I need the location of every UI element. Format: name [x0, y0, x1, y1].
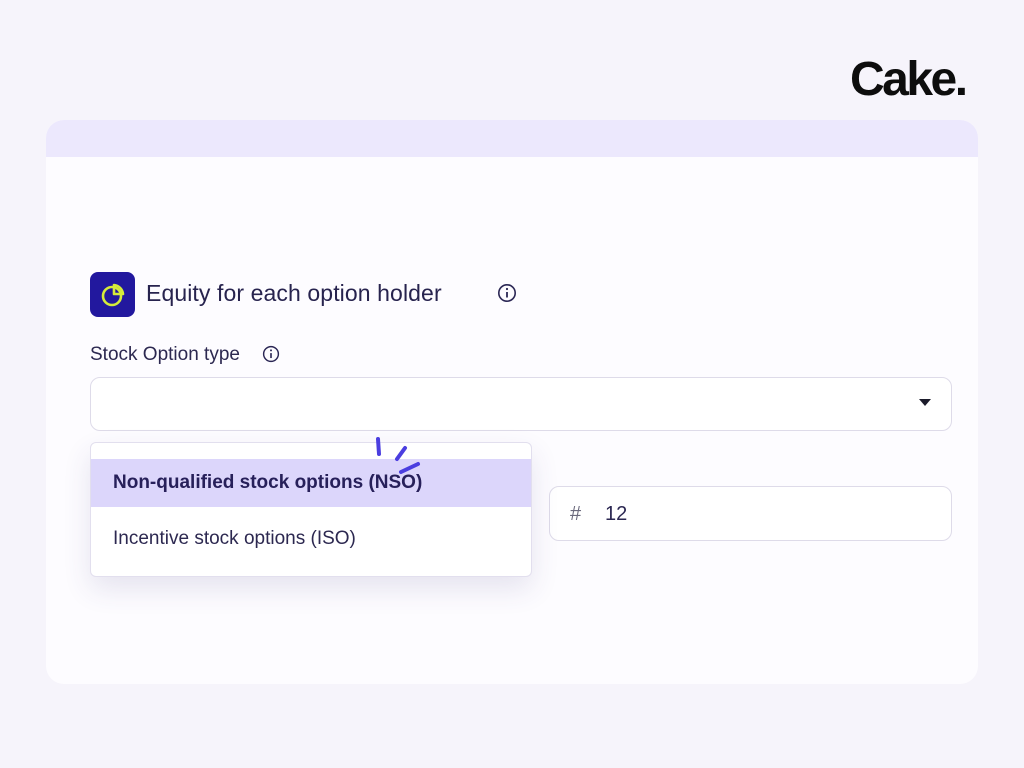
equity-card: Equity for each option holder Stock Opti… [46, 120, 978, 684]
section-title: Equity for each option holder [146, 280, 442, 306]
stock-option-type-dropdown: Non-qualified stock options (NSO) Incent… [90, 442, 532, 577]
caret-down-icon[interactable] [919, 399, 931, 406]
cake-logo: Cake. [850, 53, 968, 106]
option-nso[interactable]: Non-qualified stock options (NSO) [91, 459, 531, 507]
pie-chart-icon [90, 272, 135, 317]
stock-option-type-label: Stock Option type [90, 344, 240, 365]
hash-icon: # [570, 503, 582, 525]
quantity-value[interactable]: 12 [605, 503, 627, 526]
card-header-band [46, 120, 978, 157]
info-icon[interactable] [262, 345, 280, 363]
quantity-input[interactable]: # 12 [549, 486, 952, 541]
stock-option-type-select[interactable] [90, 377, 952, 431]
info-icon[interactable] [497, 283, 517, 303]
option-iso[interactable]: Incentive stock options (ISO) [91, 515, 531, 563]
click-sparkle-icon [376, 437, 420, 474]
